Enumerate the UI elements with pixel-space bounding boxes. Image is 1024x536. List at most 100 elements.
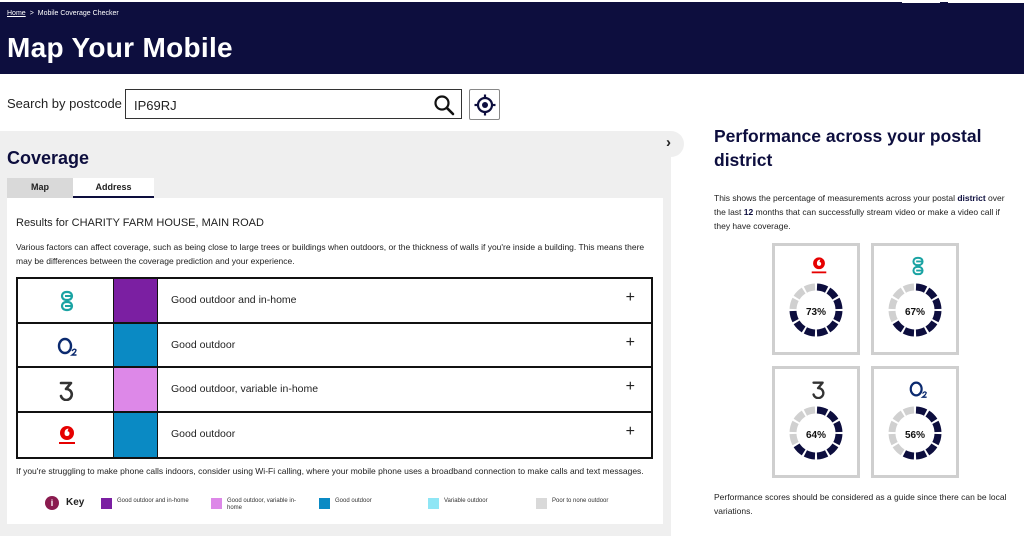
gauge-card-ee: 67% [871, 243, 959, 355]
gauge-segment [892, 320, 905, 333]
desc-bold: 12 [743, 207, 754, 217]
gauge-segment [793, 287, 806, 300]
performance-description: This shows the percentage of measurement… [714, 191, 1014, 233]
gauge-segment [793, 443, 806, 456]
ee-logo-icon [912, 256, 924, 276]
key-swatch [536, 498, 547, 509]
tab-address[interactable]: Address [73, 178, 154, 198]
operator-logo-cell [18, 279, 114, 322]
postcode-search-box [125, 89, 462, 119]
o2-logo-icon [909, 381, 927, 398]
gauge-segment [793, 410, 806, 423]
gauge-segment [925, 410, 938, 423]
expand-icon[interactable]: + [626, 334, 635, 352]
coverage-status: Good outdoor [171, 427, 236, 440]
gauge-segment [915, 283, 928, 293]
coverage-status: Good outdoor [171, 338, 236, 351]
tab-map[interactable]: Map [7, 178, 73, 198]
coverage-color-swatch [114, 368, 158, 411]
collapse-panel-button[interactable]: › [658, 131, 684, 157]
gauge-segment [915, 406, 928, 416]
coverage-status: Good outdoor and in-home [171, 294, 297, 306]
key-label: Good outdoor [335, 498, 372, 504]
factors-note: Various factors can affect coverage, suc… [16, 242, 645, 266]
o2-logo-icon [57, 337, 77, 356]
operator-row-vodafone[interactable]: Good outdoor + [18, 412, 651, 457]
breadcrumb-current: Mobile Coverage Checker [37, 10, 119, 17]
expand-icon[interactable]: + [626, 423, 635, 441]
gauge-segment [816, 450, 829, 460]
vodafone-logo-icon [59, 425, 75, 444]
operator-logo-cell [18, 368, 114, 411]
performance-title: Performance across your postal district [714, 126, 982, 170]
breadcrumb: Home > Mobile Coverage Checker [7, 10, 119, 17]
postcode-input[interactable] [134, 96, 424, 114]
gauge-segment [902, 283, 915, 293]
gauge-segment [925, 320, 938, 333]
gauge-segment [826, 287, 839, 300]
performance-footnote: Performance scores should be considered … [714, 492, 1007, 516]
performance-panel: Performance across your postal district … [714, 0, 1024, 536]
gauge-segment [925, 443, 938, 456]
gauge-segment [803, 327, 816, 337]
gauge-segment [915, 450, 928, 460]
gauge-card-vodafone: 73% [772, 243, 860, 355]
gauge-segment [826, 443, 839, 456]
coverage-color-swatch [114, 279, 158, 322]
operator-logo-cell [18, 412, 114, 457]
results-heading: Results for CHARITY FARM HOUSE, MAIN ROA… [16, 217, 264, 229]
gauge-segment [902, 450, 915, 460]
desc-text: This shows the percentage of measurement… [714, 193, 958, 203]
gauge-segment [793, 320, 806, 333]
key-title: Key [66, 497, 85, 508]
key-label: Poor to none outdoor [552, 498, 609, 504]
search-label: Search by postcode [7, 96, 122, 111]
breadcrumb-home-link[interactable]: Home [7, 10, 26, 17]
coverage-title: Coverage [7, 148, 90, 168]
gauge-segment [803, 283, 816, 293]
address-results-card: Results for CHARITY FARM HOUSE, MAIN ROA… [7, 198, 663, 524]
gauge-percent: 56% [904, 430, 925, 441]
desc-text: months that can successfully stream vide… [714, 207, 1000, 231]
gauge-segment [902, 406, 915, 416]
gauge-segment [816, 327, 829, 337]
operator-row-o2[interactable]: Good outdoor + [18, 323, 651, 368]
three-logo-icon [59, 381, 74, 401]
coverage-key: i Key Good outdoor and in-home Good outd… [45, 496, 665, 516]
vodafone-logo-icon [811, 257, 827, 274]
page-title: Map Your Mobile [7, 32, 233, 63]
gauge-percent: 73% [805, 307, 826, 318]
locate-me-button[interactable] [469, 89, 500, 120]
expand-icon[interactable]: + [626, 378, 635, 396]
key-swatch [211, 498, 222, 509]
key-swatch [101, 498, 112, 509]
gauge-segment [826, 320, 839, 333]
three-logo-icon [812, 381, 825, 399]
operator-logo-cell [18, 323, 114, 366]
gauge-segment [816, 406, 829, 416]
info-icon[interactable]: i [45, 496, 59, 510]
gauge-segment [892, 410, 905, 423]
gauge-segment [902, 327, 915, 337]
expand-icon[interactable]: + [626, 289, 635, 307]
gauge-segment [892, 443, 905, 456]
wifi-calling-note: If you're struggling to make phone calls… [16, 466, 644, 476]
operator-row-ee[interactable]: Good outdoor and in-home + [18, 279, 651, 324]
chevron-right-icon: › [666, 134, 671, 151]
coverage-color-swatch [114, 323, 158, 366]
coverage-color-swatch [114, 412, 158, 457]
key-label: Good outdoor, variable in-home [227, 498, 297, 511]
gauge-segment [803, 450, 816, 460]
key-swatch [428, 498, 439, 509]
operator-coverage-table: Good outdoor and in-home + Good outdoor … [16, 277, 653, 459]
operator-row-three[interactable]: Good outdoor, variable in-home + [18, 368, 651, 413]
search-button[interactable] [433, 94, 455, 116]
gauge-segment [803, 406, 816, 416]
key-label: Variable outdoor [444, 498, 488, 504]
key-swatch [319, 498, 330, 509]
gauge-card-o2: 56% [871, 366, 959, 478]
gauge-percent: 67% [904, 307, 925, 318]
crosshair-icon [474, 94, 496, 116]
gauge-segment [915, 327, 928, 337]
gauge-card-three: 64% [772, 366, 860, 478]
